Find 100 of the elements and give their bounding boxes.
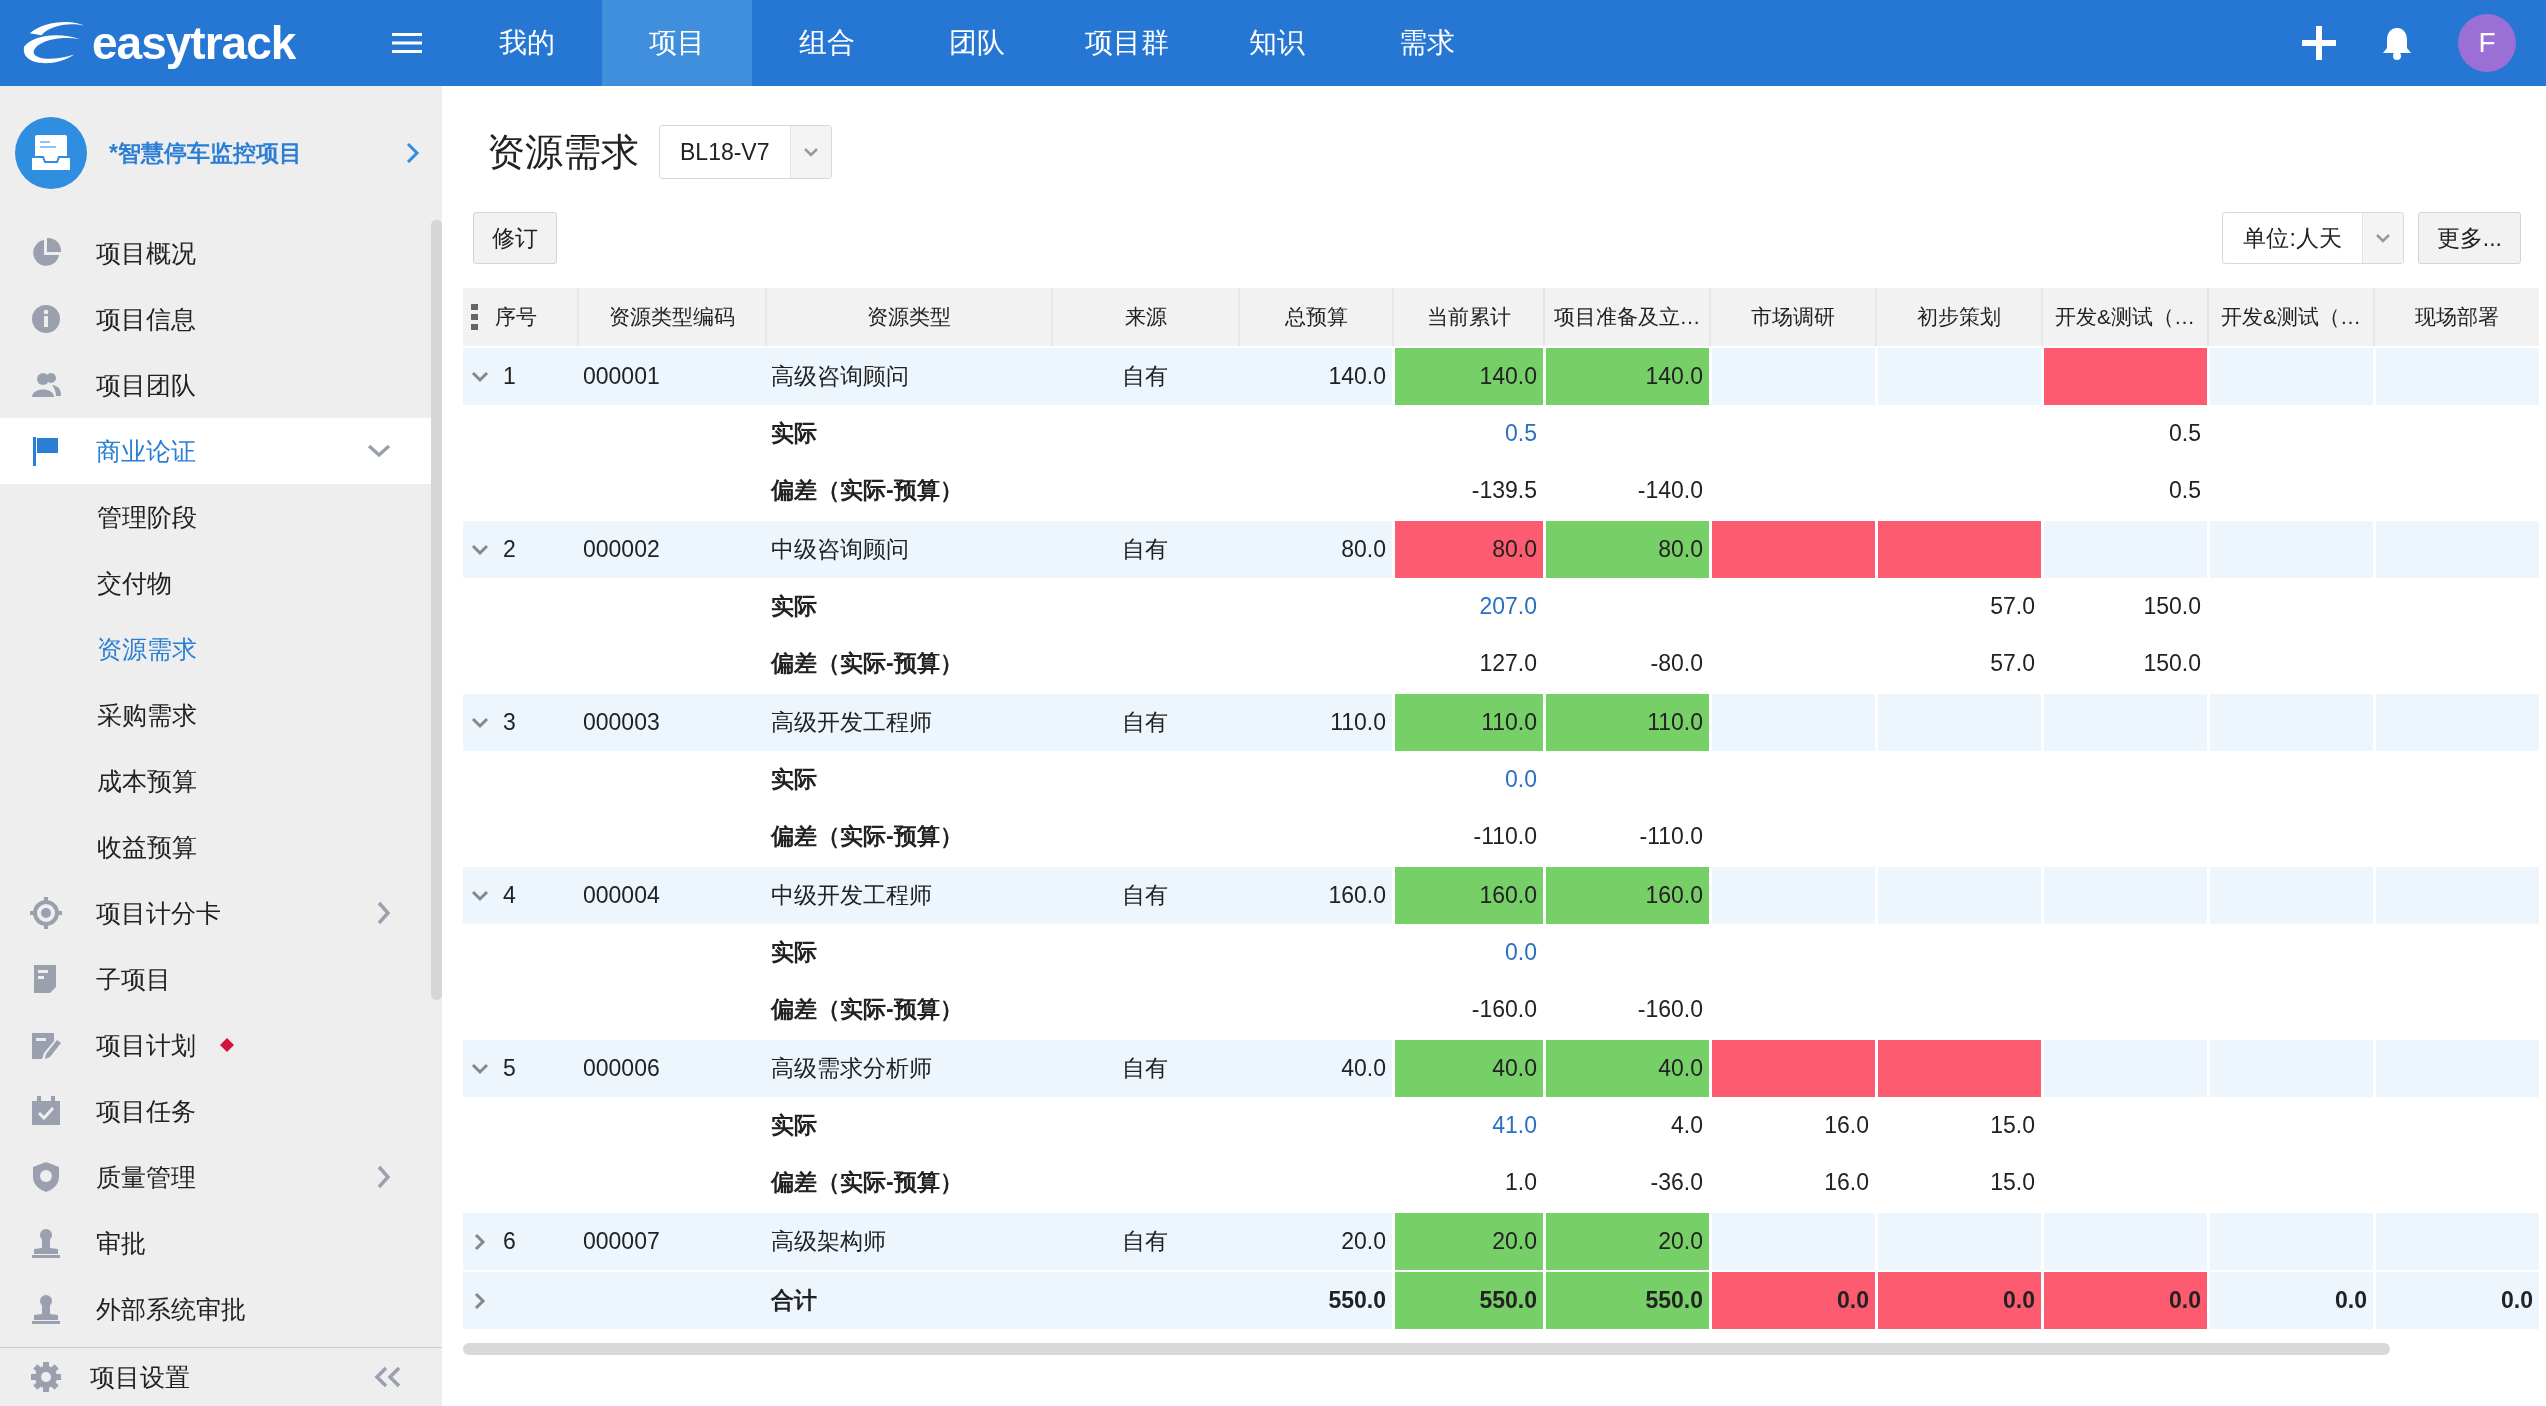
nav-tab[interactable]: 我的 [452, 0, 602, 86]
sidebar-item[interactable]: 外部系统审批 [0, 1276, 431, 1342]
table-cell: 000007 [583, 1228, 660, 1255]
chevron-down-icon[interactable] [471, 716, 489, 729]
sidebar-subitem[interactable]: 采购需求 [0, 682, 431, 748]
revise-button[interactable]: 修订 [473, 212, 557, 264]
add-icon[interactable] [2302, 26, 2336, 60]
sidebar-footer-label[interactable]: 项目设置 [90, 1360, 190, 1394]
unit-select[interactable]: 单位:人天 [2222, 212, 2404, 264]
table-cell-text: 自有 [1121, 1054, 1168, 1083]
column-menu-icon[interactable] [471, 304, 479, 330]
stamp-icon [30, 1293, 62, 1325]
table-cell: 20.0 [1341, 1228, 1386, 1255]
table-cell: 6 [503, 1228, 516, 1255]
sidebar-item[interactable]: 项目概况 [0, 220, 431, 286]
sidebar-item[interactable]: 项目计分卡 [0, 880, 431, 946]
table-cell: 1 [503, 363, 516, 390]
nav-tab[interactable]: 需求 [1352, 0, 1502, 86]
status-cell: 0.0 [2041, 1272, 2207, 1329]
sidebar-item[interactable]: 审批 [0, 1210, 431, 1276]
chevron-down-icon[interactable] [471, 1062, 489, 1075]
sidebar-item[interactable]: 项目信息 [0, 286, 431, 352]
table-cell: -80.0 [1650, 650, 1703, 677]
more-button[interactable]: 更多... [2417, 212, 2521, 264]
table-cell-text: 偏差（实际-预算） [771, 995, 963, 1024]
actual-value-link[interactable]: 0.0 [1505, 766, 1537, 793]
sidebar-subitem[interactable]: 收益预算 [0, 814, 431, 880]
status-cell: 160.0 [1543, 867, 1709, 924]
nav-tab[interactable]: 组合 [752, 0, 902, 86]
sidebar-subitem[interactable]: 成本预算 [0, 748, 431, 814]
status-cell: 40.0 [1392, 1040, 1543, 1097]
table-cell: 160.0 [1328, 882, 1386, 909]
sidebar-item[interactable]: 质量管理 [0, 1144, 431, 1210]
table-cell-text: 偏差（实际-预算） [771, 649, 963, 678]
chevron-right-icon[interactable] [406, 142, 420, 164]
table-cell: 550.0 [1328, 1287, 1386, 1314]
column-header-label: 序号 [495, 304, 537, 330]
table-cell-text: 自有 [1121, 535, 1168, 564]
actual-value-link[interactable]: 41.0 [1492, 1112, 1537, 1139]
table-cell: 2 [503, 536, 516, 563]
status-cell: 80.0 [1543, 521, 1709, 578]
table-cell: 140.0 [1328, 363, 1386, 390]
table-cell: -139.5 [1471, 477, 1537, 504]
status-cell: 80.0 [1392, 521, 1543, 578]
table-cell: 150.0 [2143, 650, 2201, 677]
table-cell: 57.0 [1990, 650, 2035, 677]
sidebar-item[interactable]: 项目团队 [0, 352, 431, 418]
actual-value-link[interactable]: 0.0 [1505, 939, 1537, 966]
target-icon [30, 897, 62, 929]
status-cell: 0.0 [1709, 1272, 1875, 1329]
nav-tab[interactable]: 团队 [902, 0, 1052, 86]
table-cell: 000001 [583, 363, 660, 390]
table-cell-text: 偏差（实际-预算） [771, 822, 963, 851]
sidebar-scrollbar[interactable] [431, 220, 442, 1000]
table-cell: 5 [503, 1055, 516, 1082]
sidebar-subitem[interactable]: 资源需求 [0, 616, 431, 682]
table-cell-text: 自有 [1121, 881, 1168, 910]
table-cell: 0.5 [2169, 477, 2201, 504]
table-cell: 0.5 [2169, 420, 2201, 447]
table-cell: 3 [503, 709, 516, 736]
sidebar-subitem[interactable]: 交付物 [0, 550, 431, 616]
shield-icon [30, 1161, 62, 1193]
table-cell: -110.0 [1639, 823, 1703, 850]
status-cell: 40.0 [1543, 1040, 1709, 1097]
actual-value-link[interactable]: 0.5 [1505, 420, 1537, 447]
actual-value-link[interactable]: 207.0 [1479, 593, 1537, 620]
table-cell: 40.0 [1341, 1055, 1386, 1082]
caret-icon [2375, 233, 2390, 243]
info-icon [30, 303, 62, 335]
menu-icon[interactable] [392, 31, 422, 55]
sidebar-item[interactable]: 项目任务 [0, 1078, 431, 1144]
sidebar-subitem[interactable]: 管理阶段 [0, 484, 431, 550]
chevron-right-icon[interactable] [377, 1165, 391, 1189]
sidebar-item[interactable]: 商业论证 [0, 418, 431, 484]
logo-text: easytrack [92, 16, 296, 70]
sidebar-item[interactable]: 子项目 [0, 946, 431, 1012]
project-name[interactable]: *智慧停车监控项目 [109, 137, 384, 169]
table-cell-text: 自有 [1121, 362, 1168, 391]
table-cell: -36.0 [1650, 1169, 1703, 1196]
caret-icon [803, 147, 818, 157]
nav-tab[interactable]: 项目群 [1052, 0, 1202, 86]
chevron-right-icon[interactable] [377, 901, 391, 925]
chevron-down-icon[interactable] [367, 444, 391, 458]
gear-icon [30, 1361, 62, 1393]
collapse-double-chevron-icon[interactable] [374, 1366, 402, 1388]
version-select[interactable]: BL18-V7 [659, 125, 832, 179]
chevron-down-icon[interactable] [471, 889, 489, 902]
nav-tab[interactable]: 知识 [1202, 0, 1352, 86]
table-cell-text: 实际 [771, 1111, 817, 1140]
status-cell: 140.0 [1392, 348, 1543, 405]
chevron-down-icon[interactable] [471, 370, 489, 383]
table-cell: 127.0 [1479, 650, 1537, 677]
horizontal-scrollbar[interactable] [463, 1343, 2390, 1355]
chevron-down-icon[interactable] [471, 543, 489, 556]
status-cell: 110.0 [1392, 694, 1543, 751]
table-cell-text: 高级架构师 [771, 1227, 886, 1256]
table-cell: 000002 [583, 536, 660, 563]
user-avatar[interactable]: F [2458, 14, 2516, 72]
sidebar-item[interactable]: 项目计划 [0, 1012, 431, 1078]
notification-bell-icon[interactable] [2382, 26, 2412, 60]
